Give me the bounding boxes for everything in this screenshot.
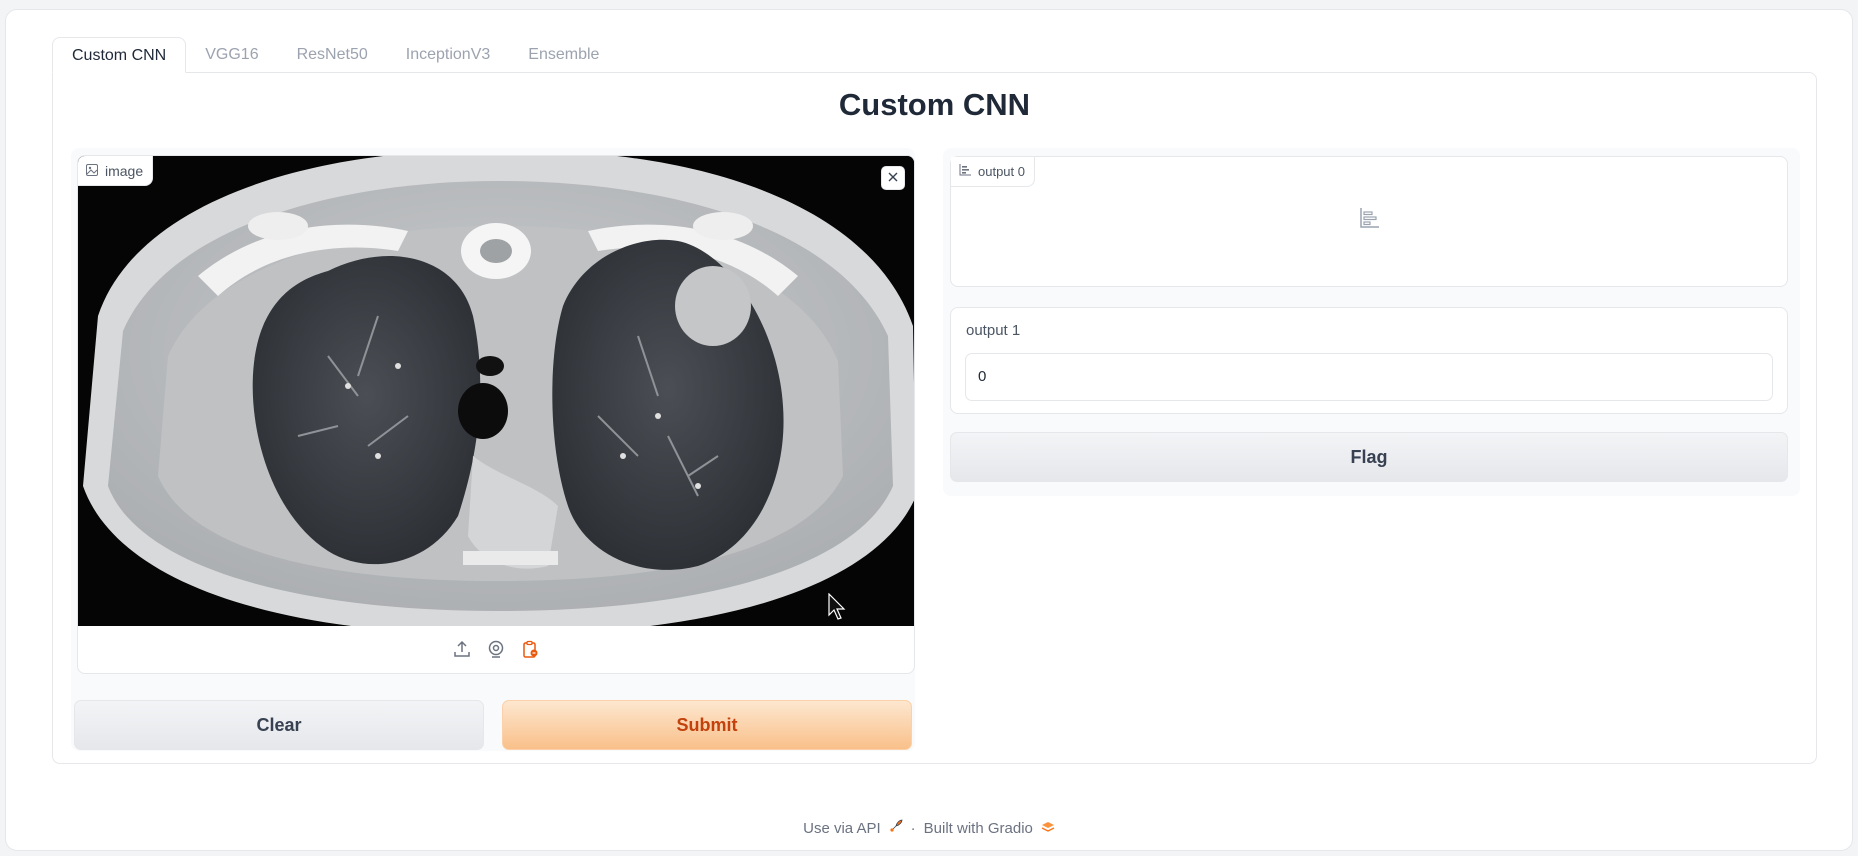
footer: Use via API · Built with Gradio	[6, 819, 1852, 837]
use-via-api-link[interactable]: Use via API	[803, 820, 881, 837]
tab-panel: Custom CNN image Clear Submit output 0 o…	[52, 72, 1817, 764]
output-column: output 0 output 1 0 Flag	[943, 148, 1800, 496]
output-0-block: output 0	[950, 156, 1788, 287]
image-label-chip: image	[78, 156, 154, 186]
app-window: Custom CNN VGG16 ResNet50 InceptionV3 En…	[5, 9, 1853, 851]
clear-image-button[interactable]	[881, 166, 905, 190]
image-label: image	[105, 162, 144, 179]
bar-chart-icon	[959, 164, 971, 179]
tab-resnet50[interactable]: ResNet50	[278, 37, 387, 73]
ct-scan-illustration	[78, 156, 914, 626]
image-input: image	[77, 155, 915, 674]
image-source-bar	[78, 624, 914, 673]
close-icon	[888, 169, 898, 187]
gradio-logo-icon	[1041, 820, 1055, 837]
webcam-icon[interactable]	[485, 638, 507, 660]
clipboard-icon[interactable]	[519, 638, 541, 660]
output-1-block: output 1 0	[950, 307, 1788, 414]
image-icon	[86, 163, 98, 179]
clear-button[interactable]: Clear	[74, 700, 484, 750]
upload-icon[interactable]	[451, 638, 473, 660]
chest-ct-scan-image[interactable]	[78, 156, 914, 626]
tab-vgg16[interactable]: VGG16	[186, 37, 277, 73]
tab-bar: Custom CNN VGG16 ResNet50 InceptionV3 En…	[52, 37, 618, 73]
flag-button[interactable]: Flag	[950, 432, 1788, 482]
output-1-label: output 1	[966, 322, 1021, 339]
input-column: image Clear Submit	[71, 148, 915, 751]
mouse-cursor	[828, 592, 846, 626]
output-0-label: output 0	[978, 164, 1025, 179]
output-1-field[interactable]: 0	[965, 353, 1773, 401]
tab-ensemble[interactable]: Ensemble	[509, 37, 618, 73]
footer-separator: ·	[910, 819, 916, 837]
submit-button[interactable]: Submit	[502, 700, 912, 750]
output-0-label-chip: output 0	[951, 157, 1035, 187]
tab-inceptionv3[interactable]: InceptionV3	[387, 37, 510, 73]
bar-chart-placeholder-icon	[1358, 207, 1380, 234]
tab-custom-cnn[interactable]: Custom CNN	[52, 37, 187, 73]
page-title: Custom CNN	[838, 87, 1031, 122]
built-with-gradio-link[interactable]: Built with Gradio	[924, 820, 1033, 837]
output-0-empty	[951, 207, 1787, 234]
rocket-icon	[889, 819, 903, 837]
